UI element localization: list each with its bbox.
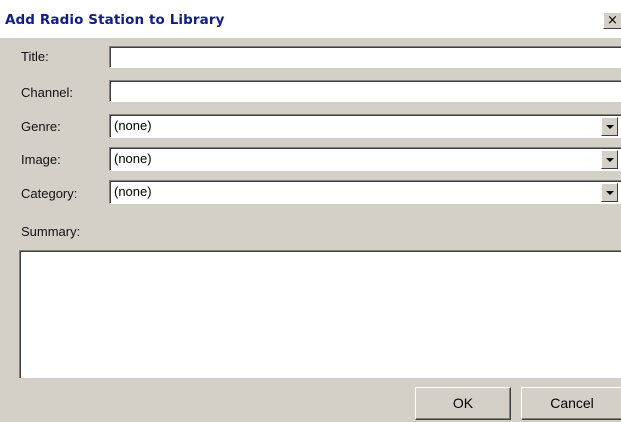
summary-label: Summary: [21,224,81,239]
category-label: Category: [21,186,78,201]
close-icon: × [607,13,618,28]
title-label: Title: [21,49,49,64]
genre-select-value: (none) [114,118,152,133]
image-label: Image: [21,152,61,167]
image-select-value: (none) [114,151,152,166]
genre-dropdown-button[interactable] [601,117,618,136]
title-bar[interactable]: Add Radio Station to Library × [0,0,621,38]
chevron-down-icon [606,158,614,162]
channel-label: Channel: [21,85,74,100]
chevron-down-icon [606,191,614,195]
genre-label: Genre: [21,119,61,134]
genre-select[interactable]: (none) [109,114,621,138]
dialog-title: Add Radio Station to Library [5,12,225,28]
close-button[interactable]: × [603,12,621,29]
ok-button[interactable]: OK [415,387,511,420]
cancel-button[interactable]: Cancel [521,387,621,420]
category-select[interactable]: (none) [109,180,621,204]
category-dropdown-button[interactable] [601,183,618,202]
channel-input[interactable] [109,80,621,102]
add-radio-station-dialog: Add Radio Station to Library × Title: Ch… [0,0,621,422]
category-select-value: (none) [114,184,152,199]
title-input[interactable] [109,46,621,68]
image-dropdown-button[interactable] [601,150,618,169]
chevron-down-icon [606,125,614,129]
image-select[interactable]: (none) [109,147,621,171]
summary-textarea[interactable] [19,250,621,378]
